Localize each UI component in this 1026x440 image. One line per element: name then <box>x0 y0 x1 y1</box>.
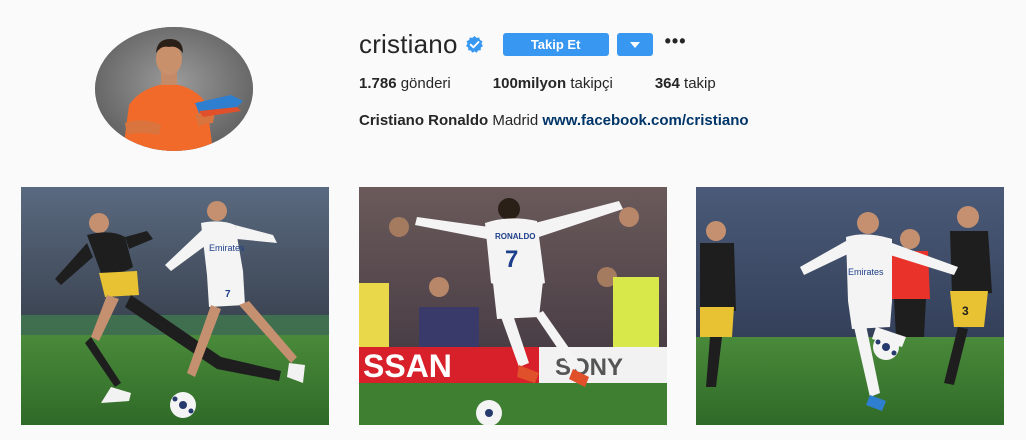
profile-stats: 1.786 gönderi 100milyon takipçi 364 taki… <box>359 75 999 92</box>
shirt-number: 7 <box>505 246 518 273</box>
ad-banner-text: SSAN <box>363 348 452 384</box>
shirt-sponsor-text: Emirates <box>848 267 884 277</box>
shirt-name-text: RONALDO <box>495 232 535 241</box>
stat-posts-count: 1.786 <box>359 75 397 92</box>
profile-website-link[interactable]: www.facebook.com/cristiano <box>542 112 748 129</box>
stat-following-count: 364 <box>654 75 680 92</box>
profile-header: cristiano Takip Et ••• 1.786 gönderi 100… <box>359 28 999 130</box>
more-options-button[interactable]: ••• <box>665 32 687 52</box>
suggestions-dropdown-button[interactable] <box>616 32 653 56</box>
stat-followers-label: takipçi <box>570 75 613 92</box>
stat-followers[interactable]: 100milyon takipçi <box>493 75 613 92</box>
verified-badge-icon <box>465 35 484 54</box>
post-thumbnail[interactable]: SSAN SONY RONALDO 7 <box>359 187 667 425</box>
profile-bio: Cristiano Ronaldo Madrid www.facebook.co… <box>359 112 999 129</box>
stat-posts-label: gönderi <box>400 75 451 92</box>
shirt-sponsor-text: Emirates <box>209 243 245 253</box>
stat-posts: 1.786 gönderi <box>359 75 451 92</box>
post-thumbnail[interactable]: Emirates 7 <box>21 187 329 425</box>
stat-following-label: takip <box>684 75 716 92</box>
profile-bio-text: Madrid <box>492 112 539 129</box>
shorts-number: 7 <box>225 289 231 300</box>
profile-avatar[interactable] <box>95 27 253 151</box>
post-thumbnail[interactable]: 3 Emirates <box>696 187 1004 425</box>
caret-down-icon <box>629 35 640 53</box>
profile-full-name: Cristiano Ronaldo <box>359 112 489 129</box>
opponent-shorts-number: 3 <box>962 304 969 318</box>
profile-username: cristiano <box>359 28 458 59</box>
stat-following[interactable]: 364 takip <box>655 75 716 92</box>
profile-name-row: cristiano Takip Et ••• <box>359 28 999 60</box>
follow-button[interactable]: Takip Et <box>502 32 609 56</box>
stat-followers-count: 100milyon <box>492 75 567 92</box>
